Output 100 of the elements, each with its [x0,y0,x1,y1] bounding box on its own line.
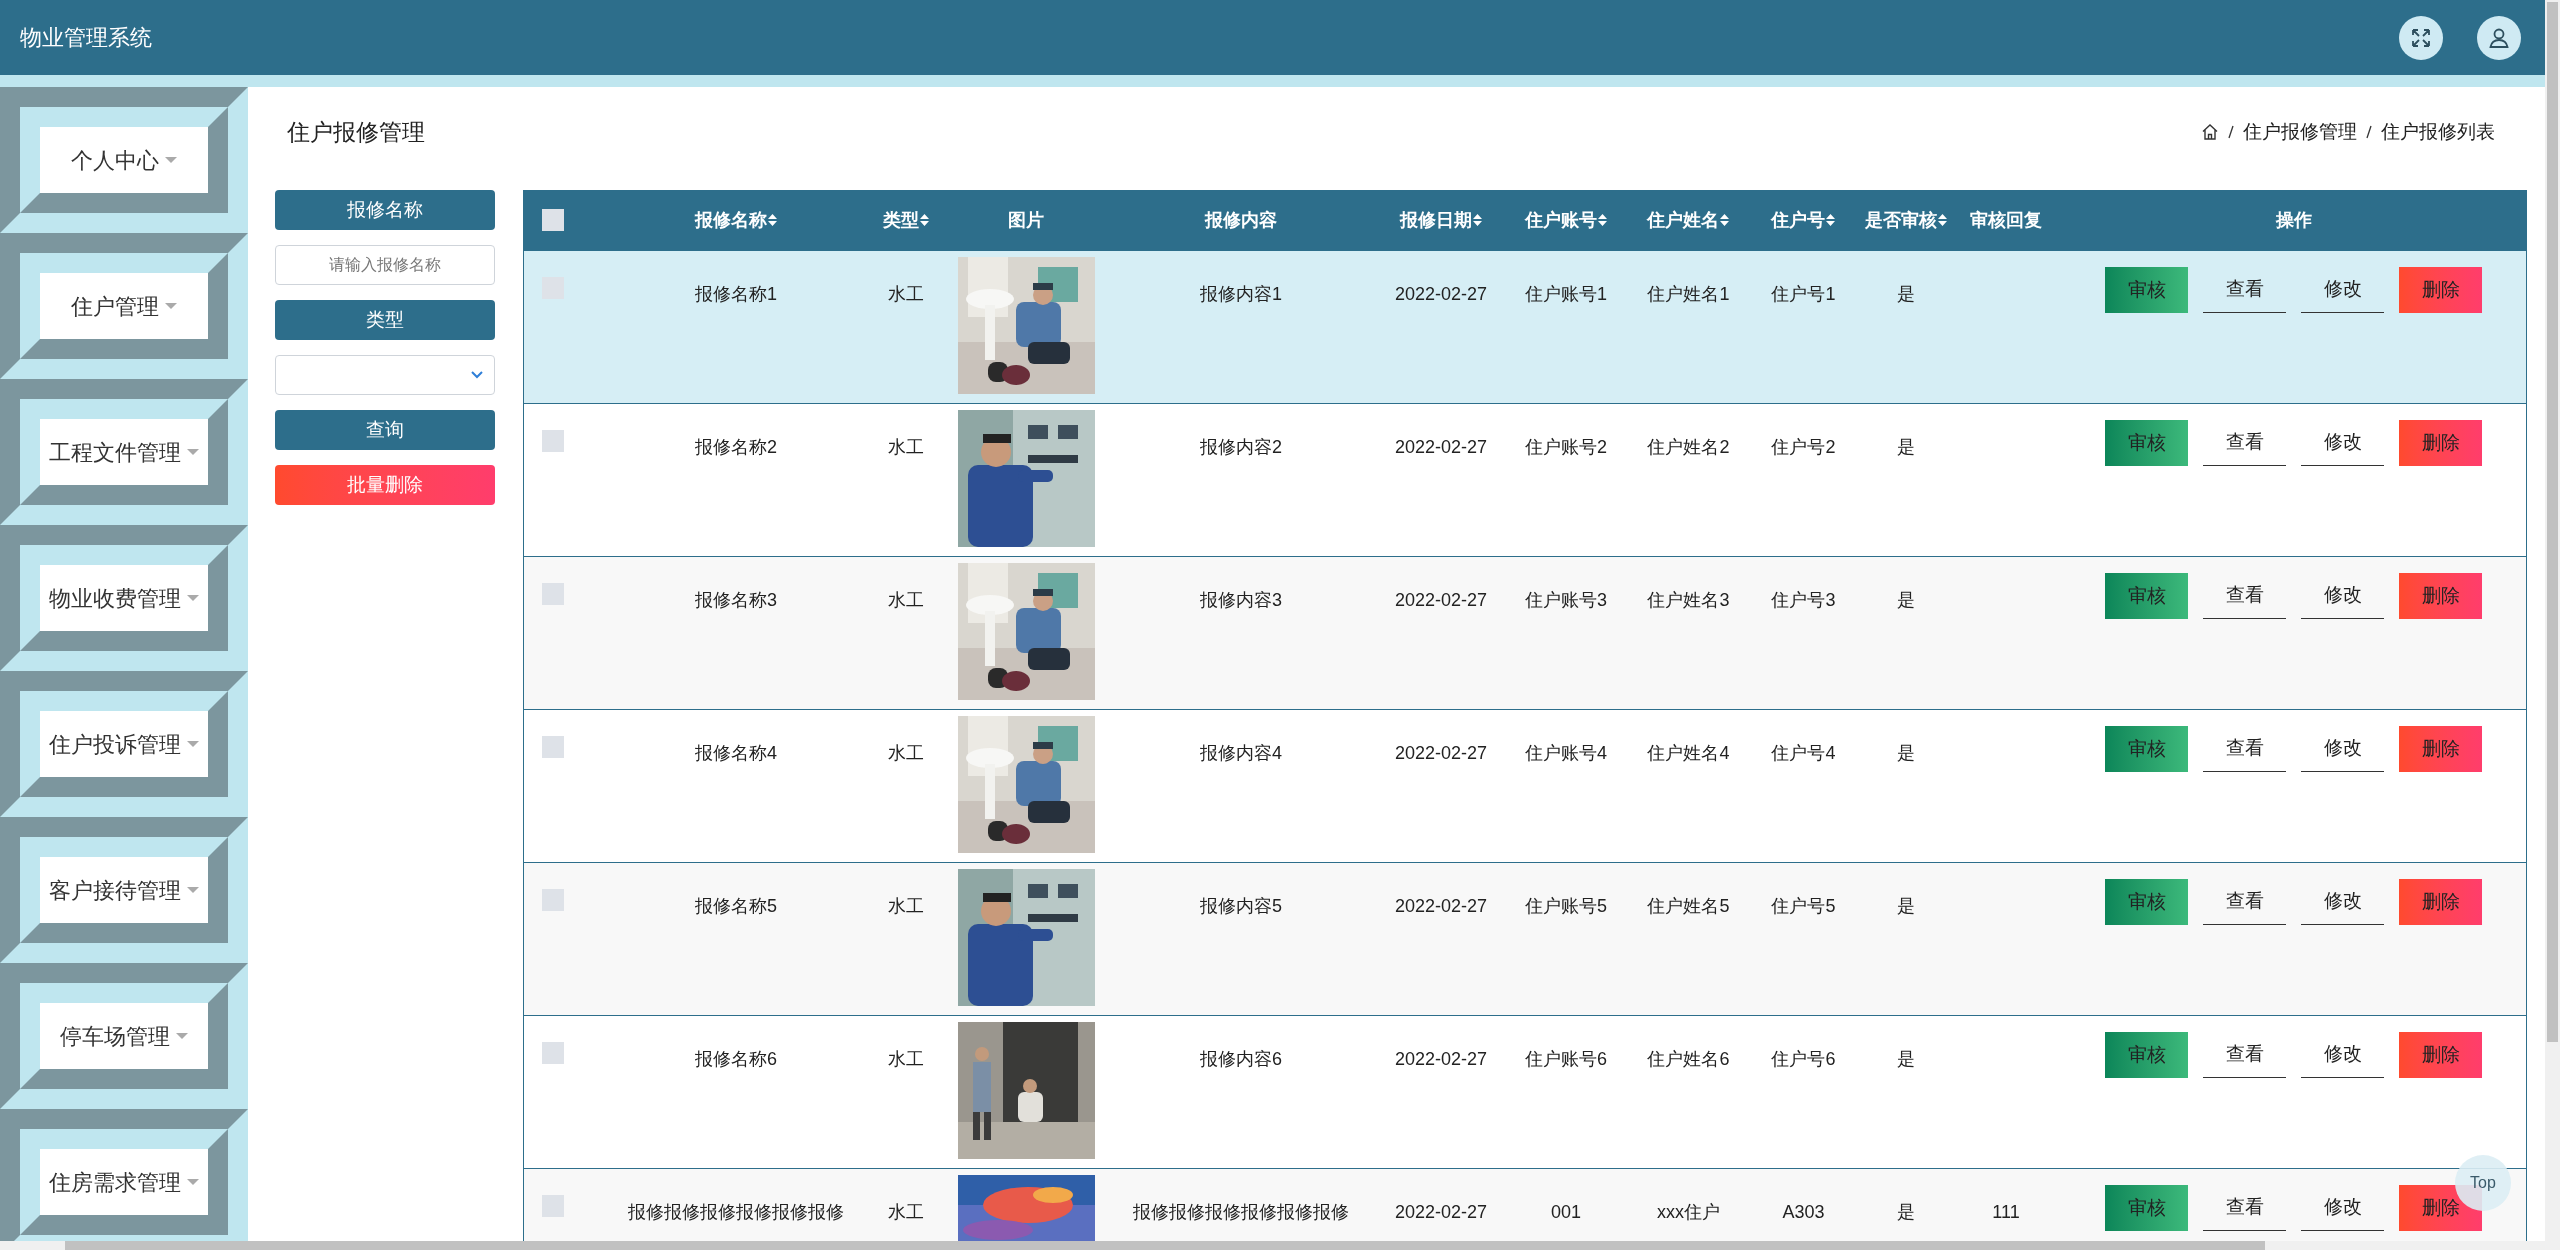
column-header[interactable]: 住户号 [1771,206,1836,234]
action-button[interactable]: 修改 [2301,267,2384,313]
approve-button[interactable]: 审核 [2105,879,2188,925]
select-all-checkbox[interactable] [542,209,564,231]
menu-item[interactable]: 住户投诉管理 [40,711,208,777]
menu-item[interactable]: 停车场管理 [40,1003,208,1069]
delete-button[interactable]: 删除 [2399,726,2482,772]
page-title: 住户报修管理 [286,117,425,147]
menu-item[interactable]: 工程文件管理 [40,419,208,485]
sort-icon[interactable] [1596,213,1608,227]
action-button[interactable]: 查看 [2203,420,2286,466]
breadcrumb-link[interactable]: 住户报修列表 [2381,117,2495,147]
table-cell-text: 住户账号6 [1525,1048,1607,1071]
table-cell-text: 住户号2 [1771,436,1836,459]
sort-icon[interactable] [1719,213,1730,227]
home-icon[interactable] [2201,123,2219,141]
breadcrumb-link[interactable]: 住户报修管理 [2243,117,2357,147]
vertical-scrollbar[interactable] [2545,0,2560,1250]
sort-icon[interactable] [1471,213,1483,227]
table-cell-text: 2022-02-27 [1394,1048,1488,1071]
column-header[interactable]: 住户姓名 [1647,206,1730,234]
sort-icon[interactable] [1936,213,1948,227]
column-header[interactable]: 是否审核 [1864,206,1948,234]
table-cell-text: 住户姓名1 [1647,283,1730,306]
action-button[interactable]: 修改 [2301,726,2384,772]
action-button[interactable]: 修改 [2301,1032,2384,1078]
delete-button[interactable]: 删除 [2399,420,2482,466]
horizontal-scrollbar[interactable] [0,1241,2545,1250]
table-cell-text: 住户姓名4 [1647,742,1730,765]
column-header: 报修内容 [1205,208,1277,232]
table-cell-text: 2022-02-27 [1394,742,1488,765]
column-header[interactable]: 住户账号 [1524,206,1608,234]
separator-icon [2365,123,2373,141]
action-button[interactable]: 修改 [2301,573,2384,619]
table-cell-text: 水工 [888,283,924,306]
action-button[interactable]: 修改 [2301,1185,2384,1231]
table-cell-text: 报修名称6 [695,1048,777,1071]
column-header[interactable]: 报修日期 [1399,206,1483,234]
search-field[interactable]: 请输入报修名称 [275,245,495,285]
table-cell-text: 报修报修报修报修报修报修 [1133,1201,1349,1224]
row-checkbox[interactable] [542,736,564,758]
table-cell-text: 是 [1897,589,1915,612]
action-button[interactable]: 查看 [2203,1032,2286,1078]
table-cell-text: 报修内容2 [1200,436,1282,459]
table-cell-text: 住户号1 [1771,283,1836,306]
table-cell-text: 住户号4 [1771,742,1836,765]
user-icon[interactable] [2477,15,2521,60]
column-header: 审核回复 [1970,208,2042,232]
menu-item[interactable]: 住户管理 [40,273,208,339]
table-cell-text: 是 [1897,1048,1915,1071]
menu-item[interactable]: 物业收费管理 [40,565,208,631]
action-button[interactable]: 修改 [2301,420,2384,466]
column-header[interactable]: 报修名称 [694,206,778,234]
delete-button[interactable]: 删除 [2399,267,2482,313]
table-cell-text: 住户号6 [1771,1048,1836,1071]
action-button[interactable]: 查看 [2203,573,2286,619]
table-cell-text: 住户号5 [1771,895,1836,918]
approve-button[interactable]: 审核 [2105,420,2188,466]
fullscreen-icon[interactable] [2399,15,2443,60]
action-button[interactable]: 修改 [2301,879,2384,925]
table-cell-text: 住户账号1 [1525,283,1607,306]
row-checkbox[interactable] [542,1042,564,1064]
table-cell-text: 水工 [888,742,924,765]
sort-icon[interactable] [1825,213,1836,227]
sort-icon[interactable] [766,213,778,227]
row-checkbox[interactable] [542,583,564,605]
sort-icon[interactable] [918,213,930,227]
row-checkbox[interactable] [542,1195,564,1217]
approve-button[interactable]: 审核 [2105,573,2188,619]
action-button[interactable]: 查看 [2203,1185,2286,1231]
approve-button[interactable]: 审核 [2105,1032,2188,1078]
approve-button[interactable]: 审核 [2105,726,2188,772]
menu-item[interactable]: 个人中心 [40,127,208,193]
table-cell-text: 报修名称4 [695,742,777,765]
search-button[interactable]: 查询 [275,410,495,450]
table-cell-text: 001 [1550,1201,1581,1224]
menu-item[interactable]: 客户接待管理 [40,857,208,923]
row-checkbox[interactable] [542,430,564,452]
table-cell-text: 住户姓名5 [1647,895,1730,918]
menu-item[interactable]: 住房需求管理 [40,1149,208,1215]
table-cell-text: xxx住户 [1657,1201,1720,1224]
column-header[interactable]: 类型 [882,206,930,234]
delete-button[interactable]: 删除 [2399,1032,2482,1078]
delete-button[interactable]: 删除 [2399,879,2482,925]
action-button[interactable]: 查看 [2203,267,2286,313]
table-cell-text: 住户账号5 [1525,895,1607,918]
table-cell-text: 水工 [888,895,924,918]
row-checkbox[interactable] [542,889,564,911]
table-cell-text: A303 [1782,1201,1825,1224]
action-button[interactable]: 查看 [2203,726,2286,772]
table-cell-text: 住户姓名2 [1647,436,1730,459]
type-dropdown[interactable] [275,355,495,395]
table-cell-text: 水工 [888,1048,924,1071]
table-cell-text: 是 [1897,283,1915,306]
action-button[interactable]: 查看 [2203,879,2286,925]
approve-button[interactable]: 审核 [2105,1185,2188,1231]
table-cell-text: 2022-02-27 [1394,436,1488,459]
delete-button[interactable]: 删除 [2399,573,2482,619]
approve-button[interactable]: 审核 [2105,267,2188,313]
table-cell-text: 报修内容6 [1200,1048,1282,1071]
